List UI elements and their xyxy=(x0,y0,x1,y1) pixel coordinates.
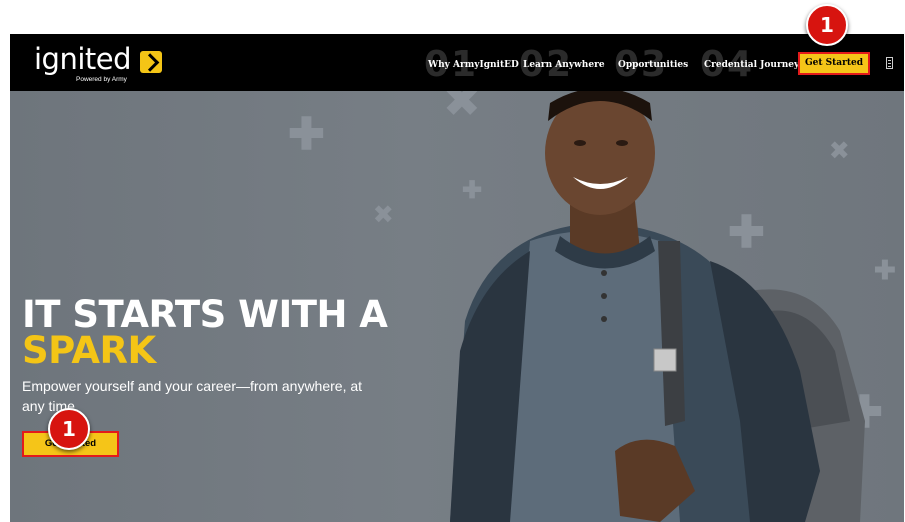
logo-wordmark: ignited xyxy=(34,42,132,76)
ignited-logo[interactable]: ignited Powered by Army xyxy=(34,42,162,83)
nav-label: Learn Anywhere xyxy=(523,60,605,70)
plus-decor-icon: ✚ xyxy=(874,255,896,285)
top-navbar: ignited Powered by Army 01 Why ArmyIgnit… xyxy=(10,34,904,91)
nav-label: Opportunities xyxy=(618,60,689,70)
smiling-student-photo xyxy=(450,91,865,522)
browser-viewport: ignited Powered by Army 01 Why ArmyIgnit… xyxy=(10,34,904,522)
header-get-started-button[interactable]: Get Started xyxy=(798,52,870,75)
nav-item-why-armyignited[interactable]: 01 Why ArmyIgnitED xyxy=(424,44,519,85)
plus-decor-icon: ✚ xyxy=(365,197,400,232)
hero-title-line1: IT STARTS WITH A xyxy=(22,293,388,336)
logo-arrow-icon xyxy=(140,51,162,73)
menu-icon[interactable] xyxy=(886,57,893,69)
hero-headline: IT STARTS WITH A SPARK xyxy=(22,293,422,372)
nav-label: Why ArmyIgnitED xyxy=(428,60,519,70)
nav-label: Credential Journey xyxy=(704,60,800,70)
plus-decor-icon: ✚ xyxy=(288,110,325,159)
nav-item-credential-journey[interactable]: 04 Credential Journey xyxy=(700,44,800,85)
hero-section: ✚ ✚ ✚ ✚ ✚ ✚ ✚ ✚ IT STARTS WITH A SPARK E… xyxy=(10,91,904,522)
nav-item-opportunities[interactable]: 03 Opportunities xyxy=(614,44,689,85)
logo-subtext: Powered by Army xyxy=(76,76,127,83)
nav-item-learn-anywhere[interactable]: 02 Learn Anywhere xyxy=(519,44,605,85)
step-badge: 1 xyxy=(48,408,90,450)
step-badge: 1 xyxy=(806,4,848,46)
hero-title-accent: SPARK xyxy=(22,329,156,372)
